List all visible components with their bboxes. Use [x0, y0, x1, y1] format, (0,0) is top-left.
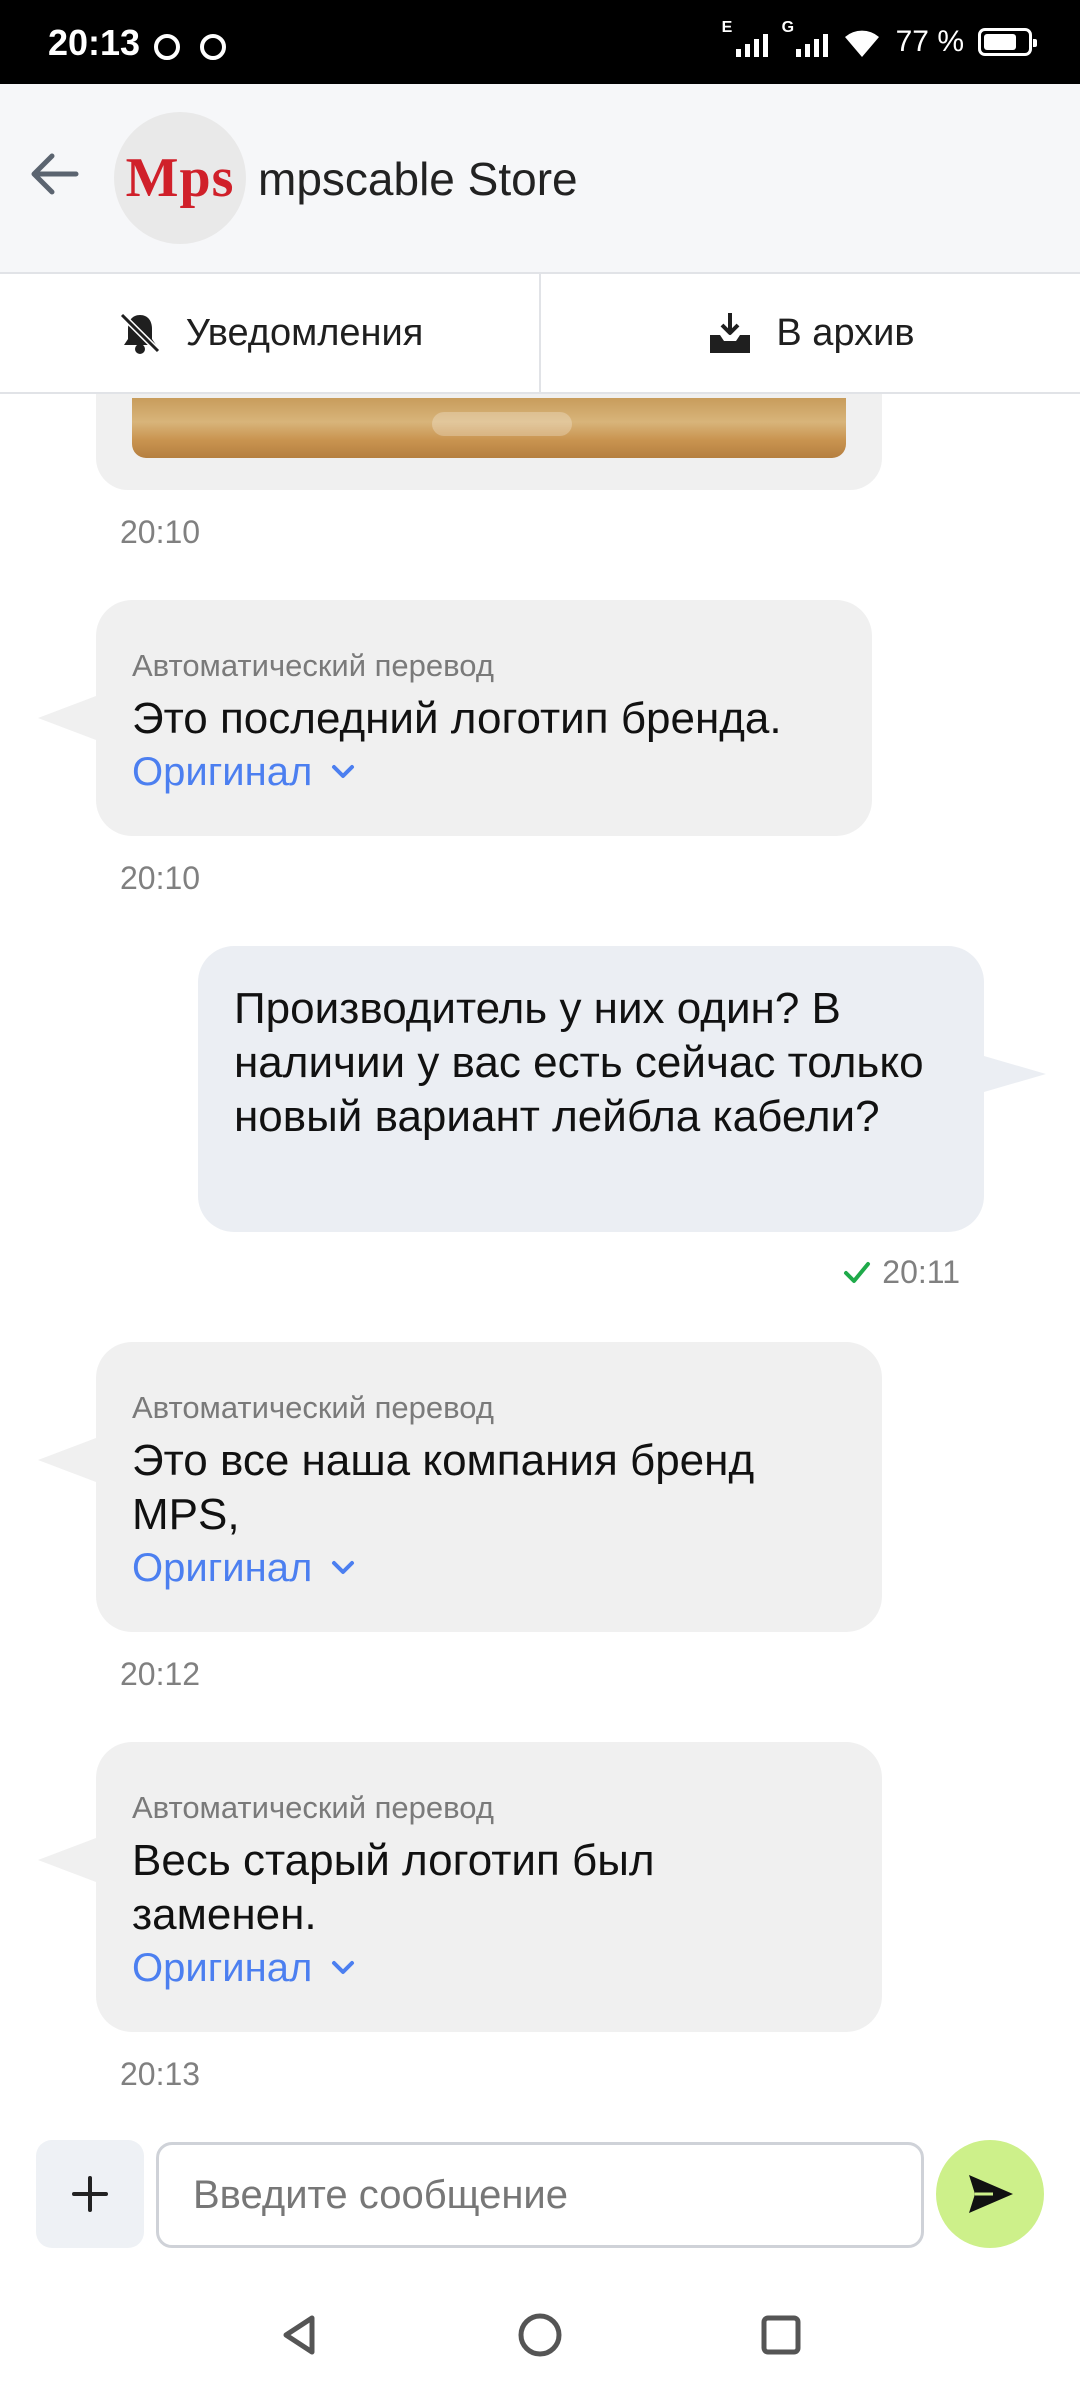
message-time: 20:10 — [120, 860, 201, 896]
nav-back-button[interactable] — [264, 2300, 334, 2370]
chevron-down-icon — [332, 1961, 355, 1974]
original-label: Оригинал — [132, 1946, 313, 1990]
wifi-icon — [844, 30, 879, 57]
message-image[interactable] — [132, 398, 846, 458]
message-text: Производитель у них один? В наличии у ва… — [234, 984, 924, 1141]
chat-actions: Уведомления В архив — [0, 274, 1080, 394]
message-input-placeholder: Введите сообщение — [193, 2172, 568, 2217]
battery-percent: 77 % — [895, 25, 964, 58]
message-text: Это последний логотип бренда. — [132, 694, 782, 743]
check-icon — [844, 1261, 871, 1283]
message-input[interactable]: Введите сообщение — [156, 2142, 924, 2248]
chat-header: Mps mpscable Store — [0, 84, 1080, 274]
original-toggle[interactable]: Оригинал — [132, 746, 836, 798]
avatar[interactable]: Mps — [114, 112, 246, 244]
message-text: Весь старый логотип был заменен. — [132, 1836, 655, 1939]
original-toggle[interactable]: Оригинал — [132, 1942, 846, 1994]
arrow-left-icon[interactable] — [24, 144, 84, 204]
send-button[interactable] — [936, 2140, 1044, 2248]
nav-recents-button[interactable] — [746, 2300, 816, 2370]
signal-icon: G — [782, 19, 828, 57]
chat-title[interactable]: mpscable Store — [258, 152, 578, 206]
archive-icon — [710, 313, 751, 353]
original-toggle[interactable]: Оригинал — [132, 1542, 846, 1594]
auto-translation-label: Автоматический перевод — [132, 1790, 494, 1825]
chevron-down-icon — [332, 765, 355, 778]
auto-translation-label: Автоматический перевод — [132, 1390, 494, 1425]
auto-translation-label: Автоматический перевод — [132, 648, 494, 683]
archive-label: В архив — [776, 311, 915, 354]
message-composer: Введите сообщение — [0, 2120, 1080, 2270]
incoming-message: Автоматический перевод Весь старый логот… — [38, 1742, 882, 2032]
notifications-button[interactable]: Уведомления — [0, 274, 539, 392]
circle-home-icon — [518, 2313, 562, 2357]
chevron-down-icon — [332, 1561, 355, 1574]
archive-button[interactable]: В архив — [539, 274, 1080, 392]
message-time: 20:10 — [120, 514, 201, 550]
status-bar: 20:13 E G 77 % — [0, 0, 1080, 84]
signal-icon: E — [722, 19, 768, 57]
incoming-message: Автоматический перевод Это последний лог… — [38, 600, 872, 836]
original-label: Оригинал — [132, 1546, 313, 1590]
message-time: 20:12 — [120, 1656, 201, 1692]
send-icon — [969, 2175, 1013, 2213]
nav-home-button[interactable] — [505, 2300, 575, 2370]
message-time: 20:13 — [120, 2056, 201, 2092]
attach-button[interactable] — [36, 2140, 144, 2248]
battery-icon — [978, 28, 1037, 56]
system-nav-bar — [0, 2270, 1080, 2400]
notification-icon — [154, 34, 180, 60]
outgoing-message: Производитель у них один? В наличии у ва… — [198, 946, 1046, 1232]
message-time: 20:11 — [842, 1254, 960, 1291]
status-time: 20:13 — [48, 22, 141, 63]
message-text: Это все наша компания бренд MPS, — [132, 1436, 755, 1539]
original-label: Оригинал — [132, 750, 313, 794]
square-recents-icon — [761, 2315, 801, 2355]
triangle-back-icon — [283, 2315, 315, 2355]
incoming-message: Автоматический перевод Это все наша комп… — [38, 1342, 882, 1632]
notifications-label: Уведомления — [185, 311, 424, 354]
brand-logo: Mps — [125, 147, 235, 209]
message-time-text: 20:11 — [882, 1254, 960, 1290]
image-message[interactable] — [96, 394, 882, 490]
notification-icon — [200, 34, 226, 60]
plus-icon — [72, 2176, 108, 2212]
bell-off-icon — [119, 312, 160, 354]
